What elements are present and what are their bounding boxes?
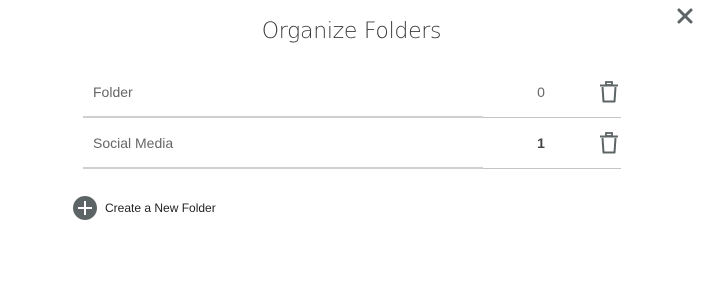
modal-title: Organize Folders bbox=[261, 19, 442, 44]
folder-name[interactable]: Folder bbox=[93, 67, 133, 118]
folder-row: Social Media 1 bbox=[83, 118, 621, 169]
organize-folders-modal: Organize Folders Folder 0 Social Media 1… bbox=[0, 0, 703, 301]
delete-folder-button[interactable] bbox=[599, 132, 619, 154]
close-icon bbox=[676, 7, 694, 25]
folder-name[interactable]: Social Media bbox=[93, 118, 173, 169]
create-new-folder-button[interactable]: Create a New Folder bbox=[73, 196, 216, 220]
delete-folder-button[interactable] bbox=[599, 81, 619, 103]
row-divider bbox=[483, 168, 621, 169]
plus-circle-icon bbox=[73, 196, 97, 220]
close-button[interactable] bbox=[676, 7, 694, 25]
row-divider bbox=[83, 167, 483, 169]
folder-row: Folder 0 bbox=[83, 67, 621, 118]
folder-count: 1 bbox=[537, 135, 545, 151]
create-new-folder-label: Create a New Folder bbox=[105, 201, 216, 215]
folder-list: Folder 0 Social Media 1 bbox=[83, 67, 621, 169]
trash-icon bbox=[599, 132, 619, 154]
trash-icon bbox=[599, 81, 619, 103]
folder-count: 0 bbox=[537, 84, 545, 100]
